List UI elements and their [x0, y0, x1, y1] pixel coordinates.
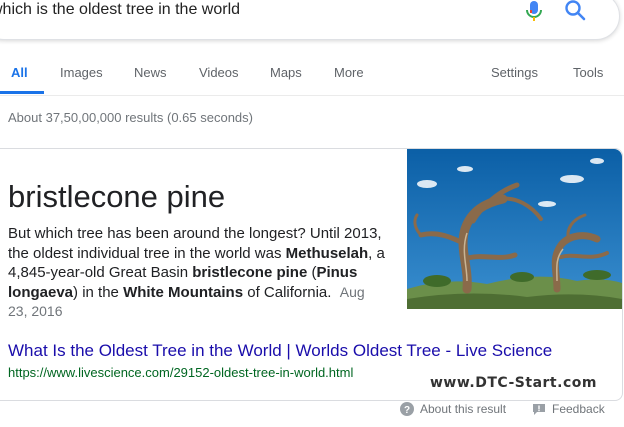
feedback-label: Feedback [552, 402, 605, 416]
snippet-text: of California. [243, 283, 332, 301]
tab-videos[interactable]: Videos [199, 65, 239, 80]
snippet-bold-text: bristlecone pine [192, 264, 308, 281]
search-icon[interactable] [564, 0, 586, 21]
tab-images[interactable]: Images [60, 65, 103, 80]
result-stats: About 37,50,00,000 results (0.65 seconds… [8, 110, 253, 125]
search-tabs: All Images News Videos Maps More Setting… [0, 56, 624, 96]
tab-news[interactable]: News [134, 65, 167, 80]
mic-icon[interactable] [524, 0, 544, 23]
tools-link[interactable]: Tools [573, 65, 603, 80]
help-circle-icon: ? [400, 402, 414, 416]
featured-snippet-card: bristlecone pine But which tree has been… [0, 148, 623, 401]
bristlecone-pine-photo[interactable] [407, 149, 622, 309]
search-input[interactable] [0, 0, 491, 21]
snippet-bold-text: White Mountains [123, 283, 244, 301]
feedback-link[interactable]: Feedback [532, 402, 605, 416]
tabs-divider [0, 95, 624, 96]
settings-link[interactable]: Settings [491, 65, 538, 80]
tab-maps[interactable]: Maps [270, 65, 302, 80]
tab-all[interactable]: All [11, 65, 28, 80]
featured-title: bristlecone pine [8, 179, 226, 214]
feedback-icon [533, 403, 545, 415]
snippet-bold-text: Methuselah [285, 244, 369, 262]
watermark-text: www.DTC-Start.com [430, 375, 597, 391]
result-url: https://www.livescience.com/29152-oldest… [8, 365, 354, 380]
svg-text:?: ? [404, 405, 410, 416]
about-this-result[interactable]: ? About this result [400, 402, 506, 416]
featured-snippet-text: But which tree has been around the longe… [8, 224, 388, 322]
result-title-link[interactable]: What Is the Oldest Tree in the World | W… [8, 341, 552, 361]
about-this-result-label: About this result [420, 402, 507, 416]
search-box[interactable] [0, 0, 620, 40]
snippet-text: ) in the [73, 283, 124, 301]
tab-more[interactable]: More [334, 65, 364, 80]
active-tab-indicator [0, 91, 44, 94]
